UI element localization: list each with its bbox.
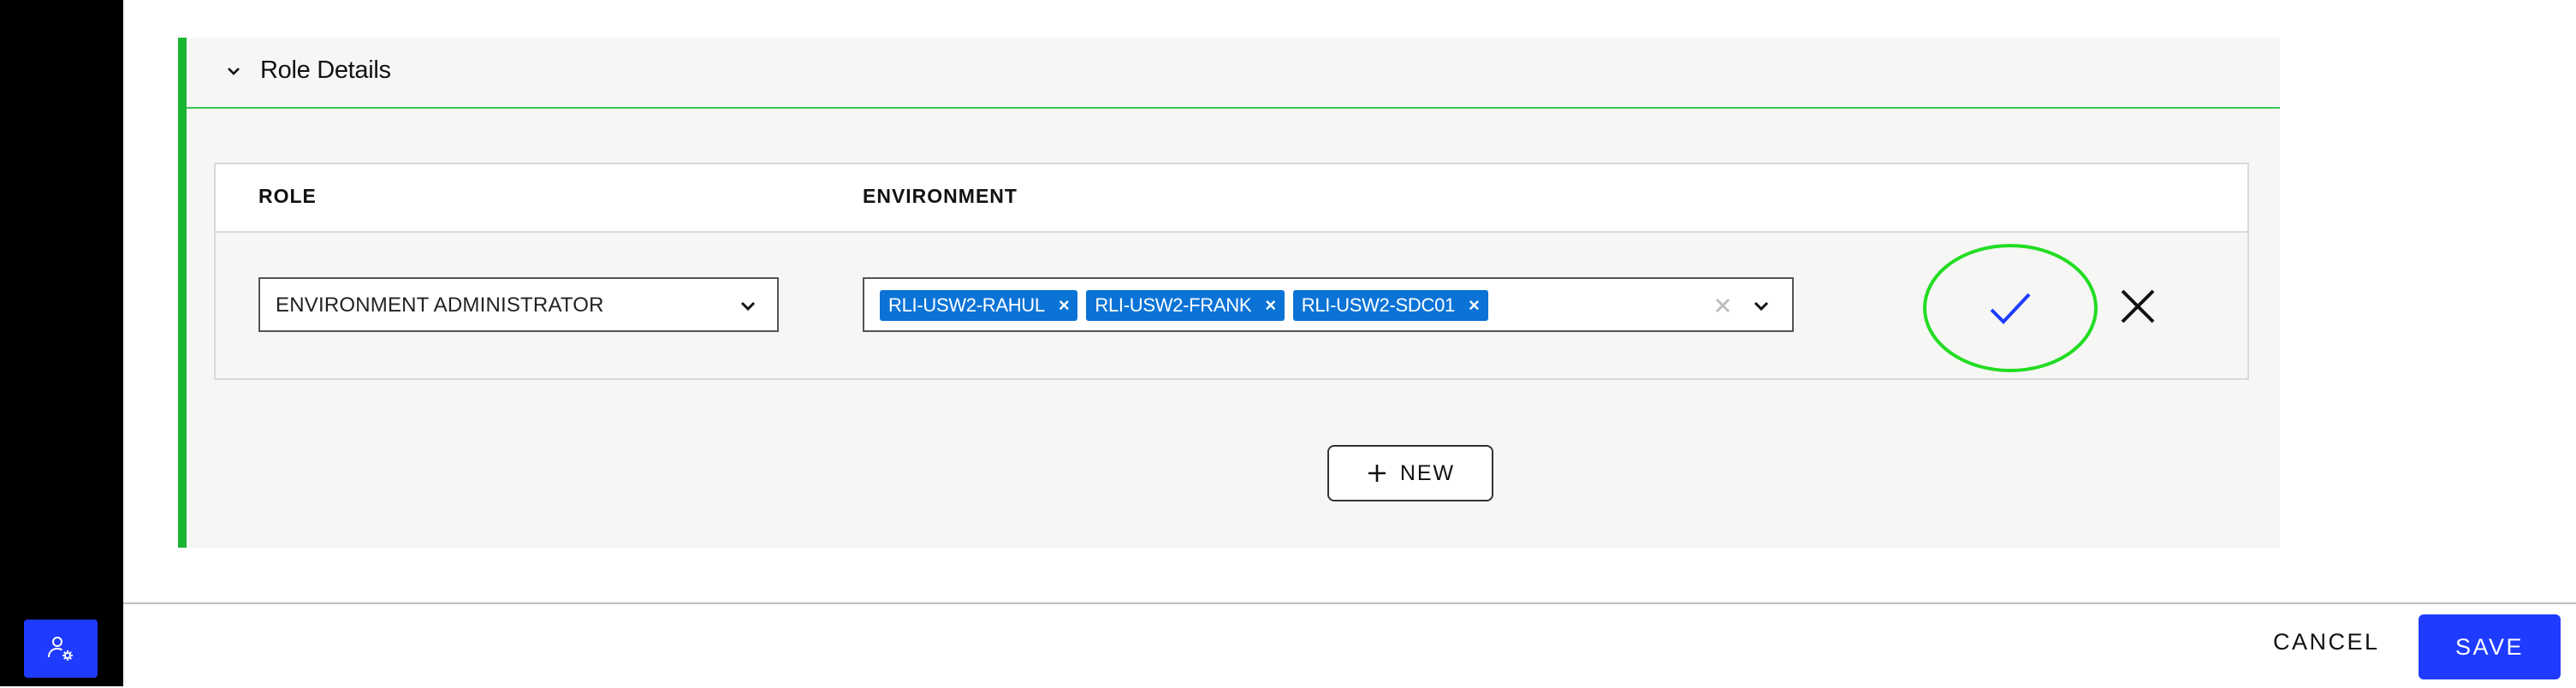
section-accent-bar xyxy=(178,38,187,548)
section-header[interactable]: Role Details xyxy=(187,38,2280,109)
add-new-role-button[interactable]: NEW xyxy=(1327,445,1493,501)
chevron-down-icon[interactable] xyxy=(223,60,245,82)
user-settings-button[interactable] xyxy=(24,620,98,678)
role-select-value: ENVIRONMENT ADMINISTRATOR xyxy=(276,294,604,317)
chevron-down-icon[interactable] xyxy=(736,294,760,318)
environment-chip-label: RLI-USW2-FRANK xyxy=(1095,294,1252,316)
close-icon[interactable] xyxy=(2119,288,2157,325)
environment-chip: RLI-USW2-RAHUL × xyxy=(880,290,1078,321)
check-icon xyxy=(1990,293,2031,324)
section-title: Role Details xyxy=(260,56,391,84)
cancel-button[interactable]: CANCEL xyxy=(2273,629,2380,655)
footer-bar: CANCEL SAVE xyxy=(123,602,2576,688)
table-header: ROLE ENVIRONMENT xyxy=(216,164,2247,233)
role-select[interactable]: ENVIRONMENT ADMINISTRATOR xyxy=(258,277,779,332)
user-settings-icon xyxy=(48,637,73,661)
column-header-environment: ENVIRONMENT xyxy=(863,185,1018,207)
chevron-down-icon[interactable] xyxy=(1749,294,1773,318)
clear-all-icon[interactable] xyxy=(1712,294,1734,317)
new-button-label: NEW xyxy=(1399,460,1456,485)
environment-chips: RLI-USW2-RAHUL × RLI-USW2-FRANK × RLI-US… xyxy=(880,290,1488,321)
environment-chip-label: RLI-USW2-RAHUL xyxy=(888,294,1045,316)
column-header-role: ROLE xyxy=(258,185,317,207)
environment-chip: RLI-USW2-FRANK × xyxy=(1086,290,1285,321)
environment-multiselect[interactable]: RLI-USW2-RAHUL × RLI-USW2-FRANK × RLI-US… xyxy=(863,277,1794,332)
save-button[interactable]: SAVE xyxy=(2419,614,2561,679)
environment-chip-label: RLI-USW2-SDC01 xyxy=(1301,294,1455,316)
remove-chip-icon[interactable]: × xyxy=(1265,296,1276,315)
confirm-row-button[interactable] xyxy=(1922,243,2098,373)
plus-icon xyxy=(1368,465,1386,482)
remove-chip-icon[interactable]: × xyxy=(1059,296,1070,315)
remove-chip-icon[interactable]: × xyxy=(1469,296,1480,315)
environment-chip: RLI-USW2-SDC01 × xyxy=(1292,290,1488,321)
left-sidebar xyxy=(0,0,123,686)
